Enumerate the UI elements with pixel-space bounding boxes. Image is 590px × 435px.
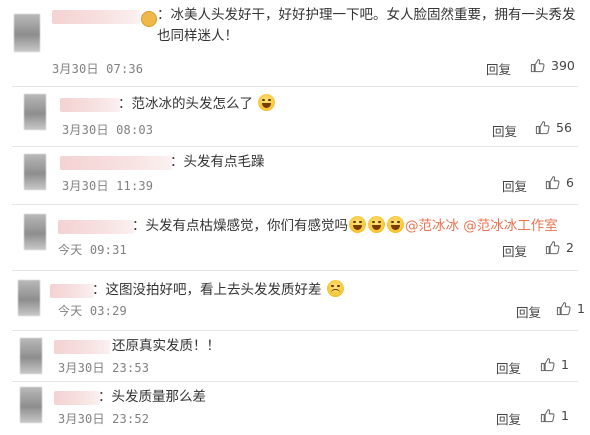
avatar[interactable]	[20, 387, 42, 423]
laughing-emoji-icon	[258, 94, 276, 111]
like-count: 1	[561, 357, 569, 372]
reply-button[interactable]: 回复	[516, 302, 541, 321]
like-button[interactable]: 1	[556, 301, 585, 316]
mention-link[interactable]: @范冰冰工作室	[463, 218, 558, 234]
comment-text: ：这图没拍好吧，看上去头发发质好差	[92, 280, 345, 301]
reply-button[interactable]: 回复	[496, 409, 521, 428]
thumbs-up-icon	[540, 408, 555, 423]
comment-item: ：头发质量那么差 3月30日 23:52 回复 1	[0, 383, 590, 435]
username[interactable]	[50, 284, 94, 298]
avatar[interactable]	[24, 94, 46, 130]
comment-time: 3月30日 23:53	[58, 361, 150, 375]
like-button[interactable]: 390	[530, 58, 575, 73]
avatar[interactable]	[14, 14, 40, 52]
vip-badge-icon	[141, 11, 157, 27]
reply-button[interactable]: 回复	[502, 241, 527, 260]
like-button[interactable]: 1	[540, 408, 569, 423]
like-count: 1	[561, 408, 569, 423]
username[interactable]	[54, 340, 110, 354]
mention-link[interactable]: @范冰冰	[405, 218, 459, 234]
like-button[interactable]: 2	[545, 240, 574, 255]
comment-item: 还原真实发质！！ 3月30日 23:53 回复 1	[0, 332, 590, 380]
comment-text: ：头发质量那么差	[98, 389, 206, 405]
comment-time: 今天 03:29	[58, 304, 127, 318]
username[interactable]	[58, 220, 134, 234]
divider	[12, 330, 578, 331]
comment-time: 今天 09:31	[58, 243, 127, 257]
comment-time: 3月30日 08:03	[62, 123, 154, 137]
comment-time: 3月30日 11:39	[62, 179, 154, 193]
like-count: 56	[556, 120, 572, 135]
like-count: 1	[577, 301, 585, 316]
like-button[interactable]: 1	[540, 357, 569, 372]
laughing-emoji-icon	[349, 216, 366, 233]
comment-text: ：头发有点枯燥感觉，你们有感觉吗 @范冰冰 @范冰冰工作室	[132, 216, 558, 234]
comment-item: ：头发有点枯燥感觉，你们有感觉吗 @范冰冰 @范冰冰工作室 今天 09:31 回复…	[0, 206, 590, 268]
reply-button[interactable]: 回复	[492, 121, 517, 140]
comment-text: ：头发有点毛躁	[170, 154, 265, 170]
sad-emoji-icon	[326, 280, 344, 297]
username[interactable]	[54, 391, 100, 405]
laughing-emoji-icon	[387, 216, 404, 233]
like-count: 6	[566, 175, 574, 190]
avatar[interactable]	[24, 214, 46, 250]
reply-button[interactable]: 回复	[496, 358, 521, 377]
reply-button[interactable]: 回复	[502, 176, 527, 195]
divider	[12, 381, 578, 382]
thumbs-up-icon	[545, 240, 560, 255]
avatar[interactable]	[18, 280, 40, 316]
username[interactable]	[52, 10, 140, 24]
thumbs-up-icon	[535, 120, 550, 135]
comment-time: 3月30日 07:36	[52, 62, 144, 76]
divider	[12, 146, 578, 147]
laughing-emoji-icon	[368, 216, 385, 233]
like-count: 2	[566, 240, 574, 255]
comment-text: 还原真实发质！！	[112, 338, 220, 354]
comment-item: ：头发有点毛躁 3月30日 11:39 回复 6	[0, 148, 590, 202]
avatar[interactable]	[24, 154, 46, 190]
divider	[12, 86, 578, 87]
username[interactable]	[60, 98, 120, 112]
like-count: 390	[551, 58, 575, 73]
like-button[interactable]: 6	[545, 175, 574, 190]
like-button[interactable]: 56	[535, 120, 572, 135]
reply-button[interactable]: 回复	[486, 59, 511, 78]
username[interactable]	[60, 156, 172, 170]
comment-item: ：范冰冰的头发怎么了 3月30日 08:03 回复 56	[0, 88, 590, 144]
thumbs-up-icon	[530, 58, 545, 73]
comment-time: 3月30日 23:52	[58, 412, 150, 426]
comment-text: ：冰美人头发好干，好好护理一下吧。女人脸固然重要，拥有一头秀发也同样迷人！	[157, 7, 576, 44]
divider	[12, 204, 578, 205]
comment-item: ：这图没拍好吧，看上去头发发质好差 今天 03:29 回复 1	[0, 272, 590, 328]
comment-item: ：冰美人头发好干，好好护理一下吧。女人脸固然重要，拥有一头秀发也同样迷人！ 3月…	[0, 0, 590, 84]
comment-text: ：范冰冰的头发怎么了	[118, 94, 276, 115]
thumbs-up-icon	[540, 357, 555, 372]
avatar[interactable]	[20, 338, 42, 374]
thumbs-up-icon	[556, 301, 571, 316]
divider	[12, 270, 578, 271]
thumbs-up-icon	[545, 175, 560, 190]
